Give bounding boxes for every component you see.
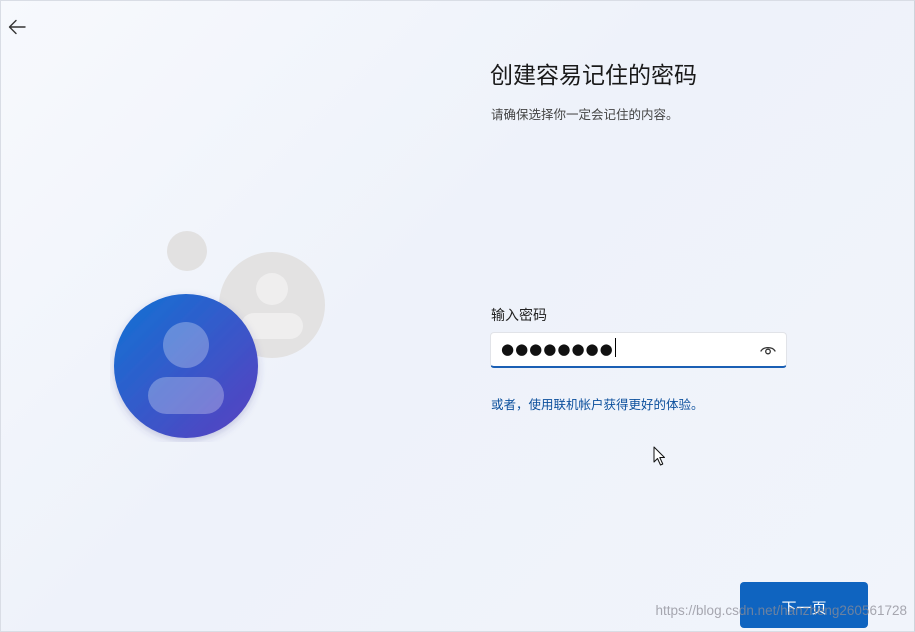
- page-title: 创建容易记住的密码: [490, 63, 697, 89]
- arrow-left-icon: [8, 19, 26, 35]
- user-accounts-illustration: [114, 231, 325, 438]
- small-gray-circle: [167, 231, 207, 271]
- text-caret: [614, 338, 616, 357]
- eye-icon: [760, 346, 776, 355]
- page-subtitle: 请确保选择你一定会记住的内容。: [491, 107, 679, 122]
- watermark-text: https://blog.csdn.net/hanzheng260561728: [655, 603, 907, 618]
- password-label: 输入密码: [491, 308, 547, 324]
- reveal-password-button[interactable]: [758, 341, 778, 359]
- password-input[interactable]: ●●●●●●●●: [490, 332, 787, 368]
- online-account-link[interactable]: 或者，使用联机帐户获得更好的体验。: [491, 394, 704, 413]
- password-value: ●●●●●●●●: [501, 338, 616, 358]
- mouse-pointer-icon: [653, 446, 665, 466]
- back-button[interactable]: [2, 12, 32, 42]
